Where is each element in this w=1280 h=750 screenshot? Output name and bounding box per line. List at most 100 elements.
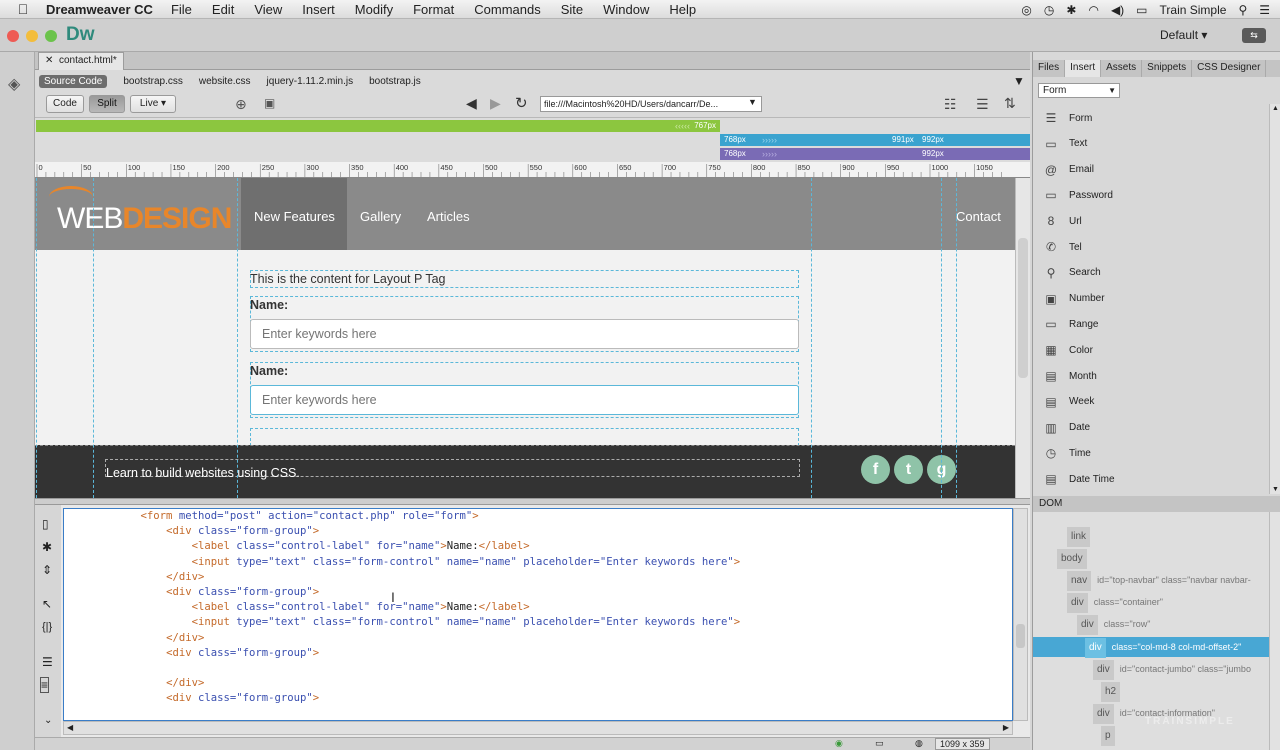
arrow-down-icon[interactable]: ▼ <box>1272 486 1279 493</box>
insert-item-range[interactable]: ▭ Range <box>1033 311 1269 337</box>
preview-icon[interactable]: ▣ <box>264 96 275 110</box>
design-scrollbar[interactable] <box>1015 178 1030 498</box>
code-line[interactable]: <div class="form-group"> <box>64 585 1012 600</box>
code-view-button[interactable]: Code <box>46 95 84 113</box>
menu-site[interactable]: Site <box>561 2 583 17</box>
inspect-icon[interactable]: ⊕ <box>235 96 247 113</box>
code-hscrollbar[interactable]: ◀ ▶ <box>63 721 1013 735</box>
minimize-window-button[interactable] <box>26 30 38 42</box>
sync-settings-button[interactable]: ⇆ <box>1242 28 1266 43</box>
related-file[interactable]: jquery-1.11.2.min.js <box>267 76 354 87</box>
back-arrow-icon[interactable]: ◀ <box>466 95 477 112</box>
code-line[interactable]: </div> <box>64 631 1012 646</box>
preview-globe-icon[interactable]: ◍ <box>915 738 923 749</box>
menu-file[interactable]: File <box>171 2 192 17</box>
code-line[interactable]: <input type="text" class="form-control" … <box>64 555 1012 570</box>
code-line[interactable]: <label class="control-label" for="name">… <box>64 539 1012 554</box>
nav-contact[interactable]: Contact <box>956 209 1001 224</box>
insert-item-month[interactable]: ▤ Month <box>1033 363 1269 389</box>
filter-icon[interactable]: ▼ <box>1013 74 1025 88</box>
insert-item-number[interactable]: ▣ Number <box>1033 286 1269 312</box>
code-line[interactable]: <input type="text" class="form-control" … <box>64 615 1012 630</box>
facebook-icon[interactable]: f <box>861 455 890 484</box>
tab-files[interactable]: Files <box>1033 60 1066 77</box>
menu-edit[interactable]: Edit <box>212 2 234 17</box>
sort-icon[interactable]: ⇅ <box>1004 95 1016 112</box>
spotlight-icon[interactable]: ⚲ <box>1238 3 1247 17</box>
footer-text[interactable]: Learn to build websites using CSS. <box>106 466 300 480</box>
dom-node[interactable]: h2 <box>1101 681 1126 702</box>
split-divider[interactable] <box>35 498 1030 505</box>
tab-snippets[interactable]: Snippets <box>1142 60 1193 77</box>
workspace-switcher[interactable]: Default ▾ <box>1160 28 1207 42</box>
menu-help[interactable]: Help <box>669 2 696 17</box>
arrow-right-icon[interactable]: ▶ <box>1003 723 1009 732</box>
zoom-window-button[interactable] <box>45 30 57 42</box>
twitter-icon[interactable]: t <box>894 455 923 484</box>
scroll-thumb[interactable] <box>1018 238 1028 378</box>
close-window-button[interactable] <box>7 30 19 42</box>
dom-node[interactable]: p <box>1101 725 1121 746</box>
address-bar[interactable]: file:///Macintosh%20HD/Users/dancarr/De.… <box>540 96 762 112</box>
line-numbers-icon[interactable]: ☰ <box>42 655 53 669</box>
apple-icon[interactable]:  <box>0 1 46 17</box>
menu-insert[interactable]: Insert <box>302 2 335 17</box>
insert-item-url[interactable]: 8 Url <box>1033 208 1269 234</box>
related-file[interactable]: website.css <box>199 76 251 87</box>
wifi-icon[interactable]: ◠ <box>1088 3 1098 17</box>
format-icon[interactable]: ≡ <box>40 677 50 693</box>
split-view-button[interactable]: Split <box>89 95 125 113</box>
chevron-down-icon[interactable]: ▼ <box>748 97 757 107</box>
collapse-icon[interactable]: ✱ <box>42 540 52 554</box>
tab-css-designer[interactable]: CSS Designer <box>1192 60 1267 77</box>
insert-scrollbar[interactable]: ▲ ▼ <box>1269 104 1280 494</box>
dom-node[interactable]: div class="container" <box>1067 592 1163 614</box>
insert-item-form[interactable]: ☰ Form <box>1033 105 1269 131</box>
dom-node[interactable]: body <box>1057 548 1093 570</box>
tab-insert[interactable]: Insert <box>1065 60 1102 77</box>
dom-node[interactable]: div class="col-md-8 col-md-offset-2" <box>1033 636 1269 658</box>
device-icon[interactable]: ▭ <box>875 738 884 749</box>
insert-item-date[interactable]: ▥ Date <box>1033 415 1269 441</box>
related-file[interactable]: bootstrap.css <box>123 76 182 87</box>
code-line[interactable]: <div class="form-group"> <box>64 691 1012 706</box>
code-line[interactable] <box>64 661 1012 676</box>
timemachine-icon[interactable]: ◷ <box>1044 3 1054 17</box>
code-line[interactable]: <div class="form-group"> <box>64 646 1012 661</box>
refresh-icon[interactable]: ↻ <box>515 94 528 112</box>
mq-bar-767[interactable]: 767px ‹‹‹‹‹ <box>36 120 720 132</box>
options-icon[interactable]: ☰ <box>976 96 989 113</box>
insert-item-week[interactable]: ▤ Week <box>1033 389 1269 415</box>
nav-new-features[interactable]: New Features <box>254 209 335 224</box>
code-line[interactable]: <label class="control-label" for="name">… <box>64 600 1012 615</box>
menu-view[interactable]: View <box>254 2 282 17</box>
close-icon[interactable]: ✕ <box>45 55 53 66</box>
tab-assets[interactable]: Assets <box>1101 60 1143 77</box>
check-icon[interactable]: ◉ <box>835 738 843 749</box>
code-vscrollbar[interactable] <box>1013 508 1028 721</box>
battery-icon[interactable]: ▭ <box>1136 3 1147 17</box>
forward-arrow-icon[interactable]: ▶ <box>490 95 501 112</box>
dom-scrollbar[interactable] <box>1269 512 1280 750</box>
window-size[interactable]: 1099 x 359 <box>935 738 990 750</box>
app-menu[interactable]: Dreamweaver CC <box>46 2 153 17</box>
menu-modify[interactable]: Modify <box>355 2 393 17</box>
menu-format[interactable]: Format <box>413 2 454 17</box>
layers-icon[interactable]: ◈ <box>8 74 20 94</box>
scroll-thumb[interactable] <box>1016 624 1025 648</box>
name-input[interactable] <box>250 319 799 349</box>
balance-braces-icon[interactable]: {|} <box>42 621 52 633</box>
nav-gallery[interactable]: Gallery <box>360 209 401 224</box>
mq-bar-768-991[interactable]: 768px ››››› 991px 992px <box>720 134 1030 146</box>
live-view-button[interactable]: Live ▾ <box>130 95 176 113</box>
code-line[interactable]: <form method="post" action="contact.php"… <box>64 509 1012 524</box>
arrow-up-icon[interactable]: ▲ <box>1272 105 1279 112</box>
dom-node[interactable]: div id="contact-jumbo" class="jumbo <box>1093 659 1251 680</box>
notification-icon[interactable]: ☰ <box>1259 3 1270 17</box>
insert-item-password[interactable]: ▭ Password <box>1033 182 1269 208</box>
insert-item-color[interactable]: ▦ Color <box>1033 337 1269 363</box>
volume-icon[interactable]: ◀) <box>1111 3 1124 17</box>
code-editor[interactable]: <form method="post" action="contact.php"… <box>63 508 1013 721</box>
mq-bar-768-992[interactable]: 768px ››››› 992px <box>720 148 1030 160</box>
arrow-left-icon[interactable]: ◀ <box>67 723 73 732</box>
